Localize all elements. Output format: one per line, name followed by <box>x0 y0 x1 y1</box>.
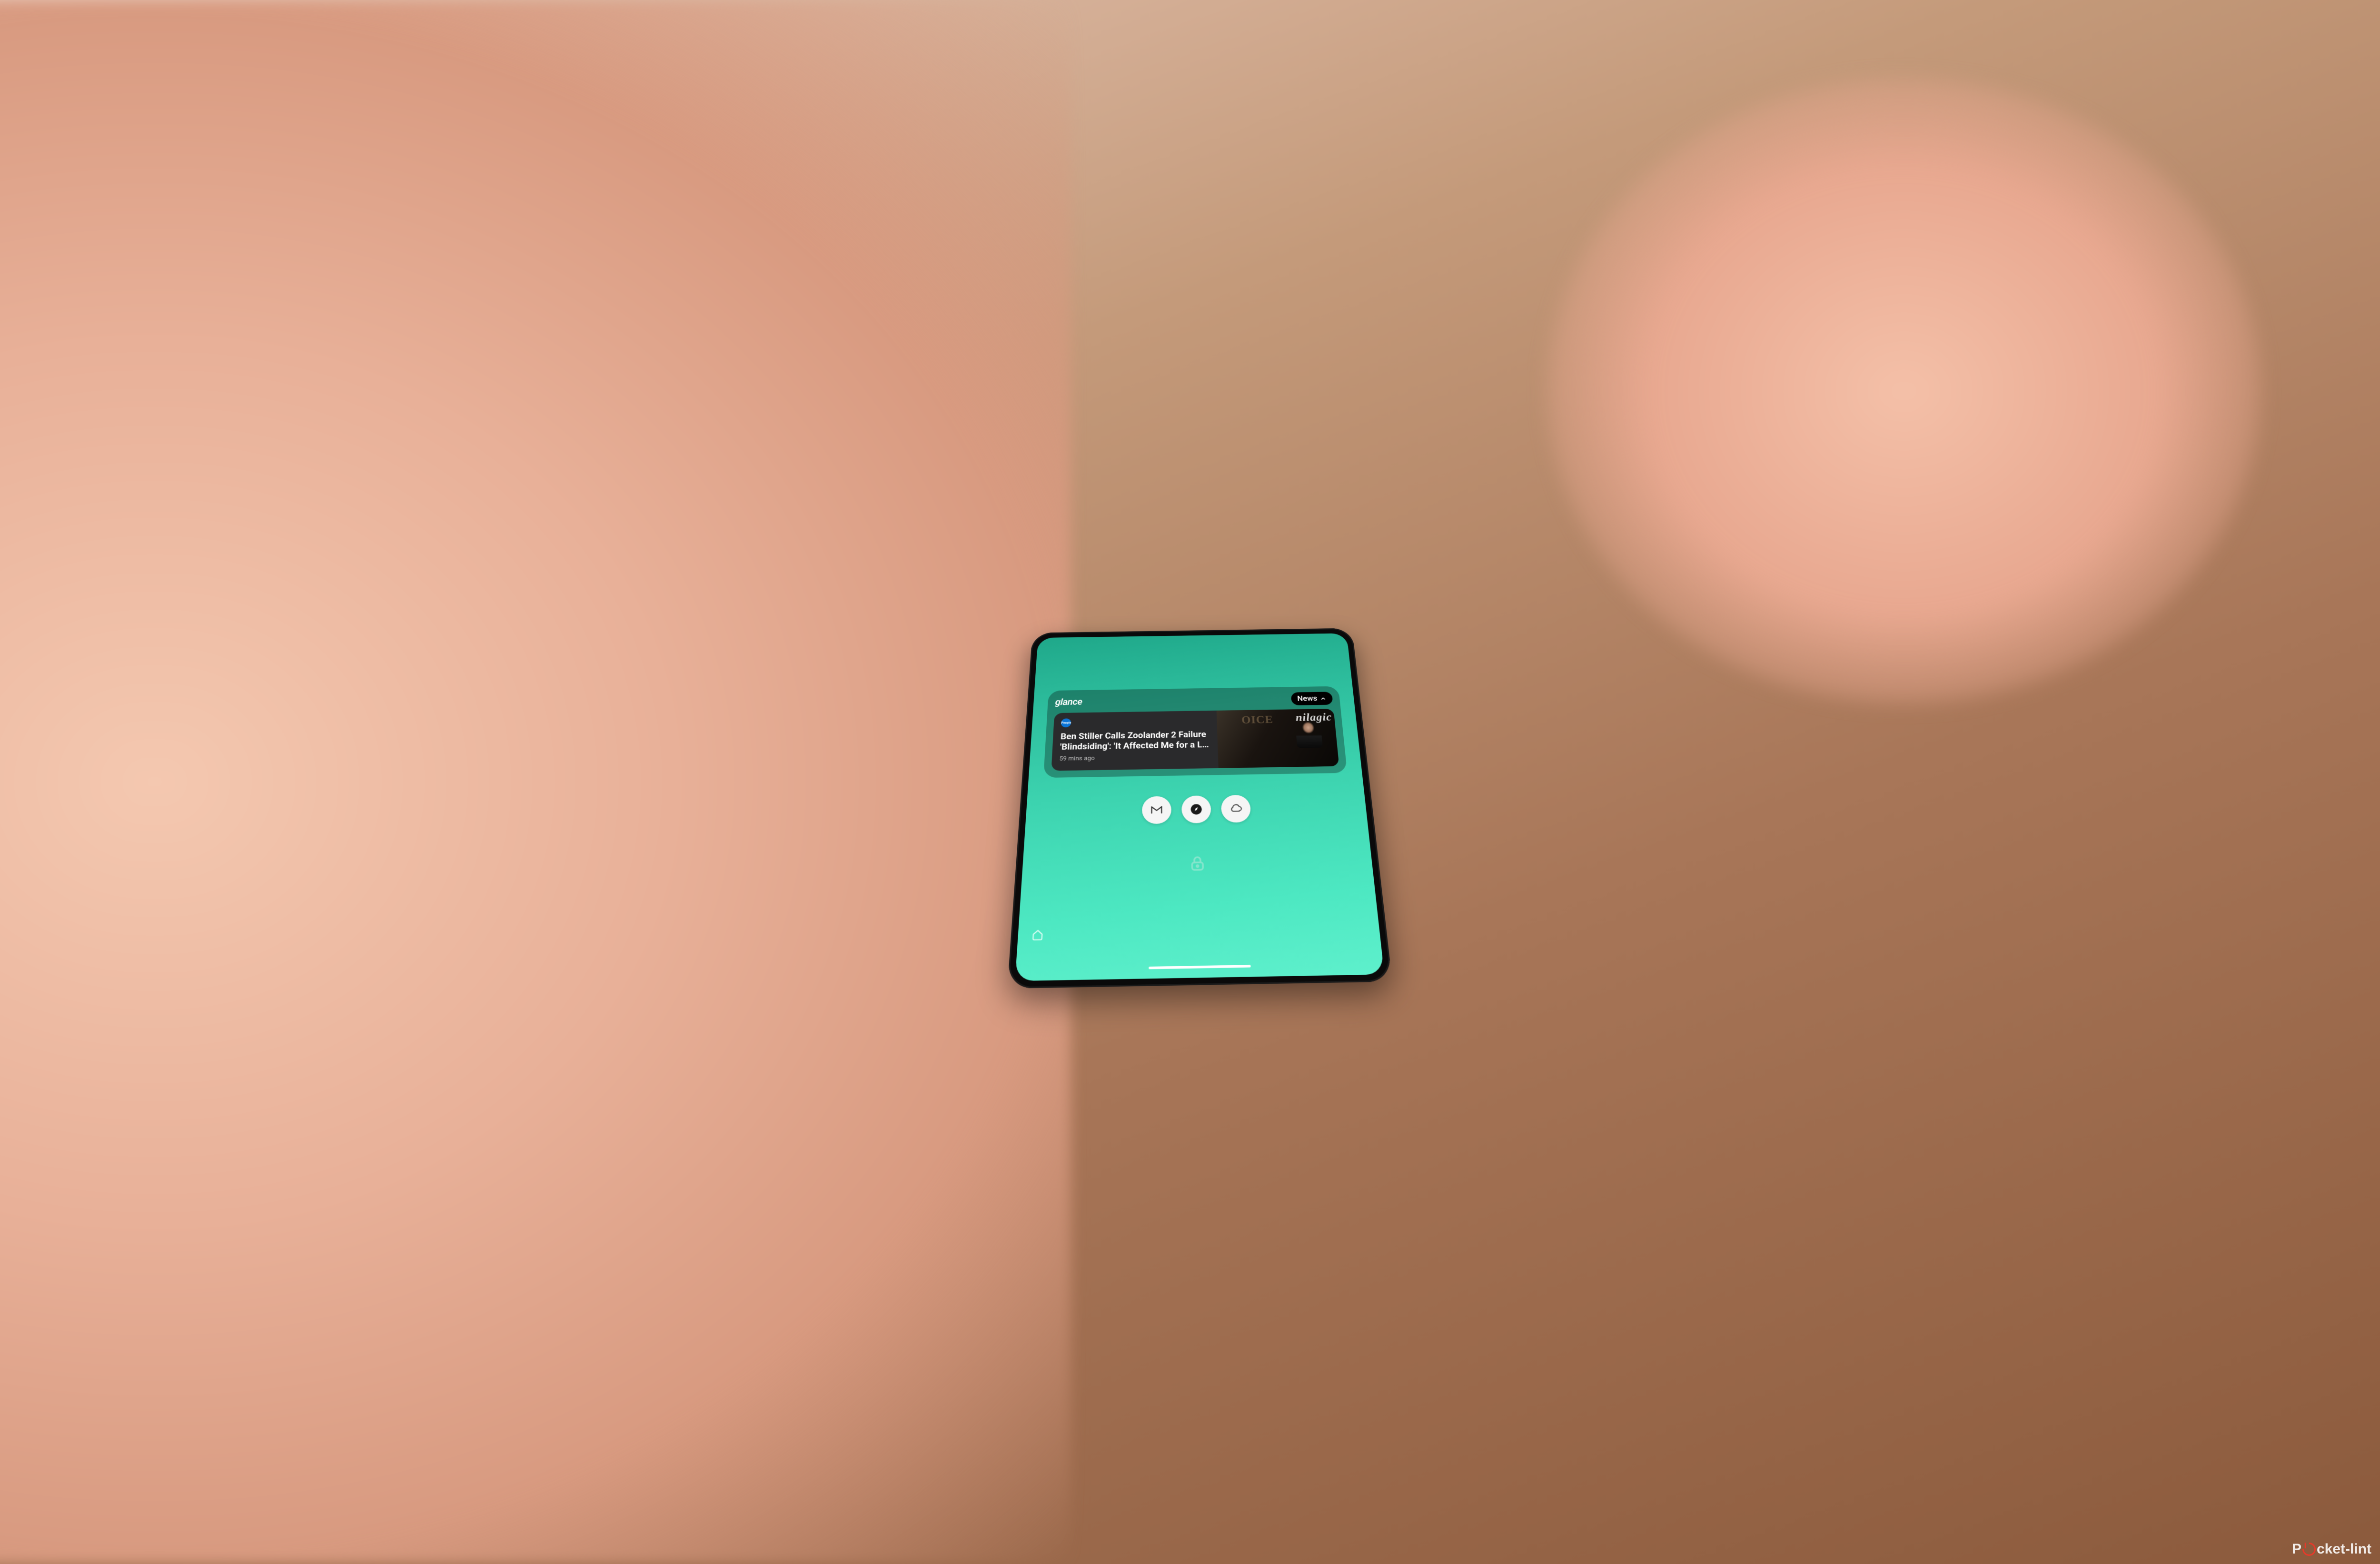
compass-icon <box>1190 803 1203 816</box>
watermark-prefix: P <box>2292 1541 2301 1557</box>
category-selector[interactable]: News <box>1290 692 1333 705</box>
publisher-badge: People <box>1061 718 1071 727</box>
shortcut-cloud[interactable] <box>1221 795 1251 823</box>
watermark: P cket-lint <box>2292 1541 2371 1557</box>
watermark-suffix: cket-lint <box>2317 1541 2371 1557</box>
lock-icon <box>1188 854 1207 872</box>
home-icon <box>1031 928 1044 941</box>
home-hint[interactable] <box>1031 928 1044 943</box>
lock-indicator[interactable] <box>1188 854 1207 874</box>
lock-screen[interactable]: glance News OICE nilagic People Ben Stil… <box>1015 633 1384 981</box>
news-timestamp: 59 mins ago <box>1059 752 1242 762</box>
gesture-bar[interactable] <box>1149 965 1251 969</box>
cloud-icon <box>1229 802 1243 815</box>
news-headline: Ben Stiller Calls Zoolander 2 Failure 'B… <box>1060 729 1242 752</box>
glance-logo: glance <box>1055 697 1082 708</box>
chevron-up-icon <box>1319 695 1326 701</box>
thumbnail-bg-text-2: nilagic <box>1295 711 1332 724</box>
background-finger <box>1547 78 2261 703</box>
news-card[interactable]: OICE nilagic People Ben Stiller Calls Zo… <box>1051 709 1339 771</box>
shortcut-row <box>1025 793 1367 826</box>
glance-widget[interactable]: glance News OICE nilagic People Ben Stil… <box>1043 686 1347 778</box>
shortcut-compass[interactable] <box>1181 795 1211 823</box>
gmail-icon <box>1150 803 1163 816</box>
phone-frame: glance News OICE nilagic People Ben Stil… <box>1019 596 1361 968</box>
power-icon <box>2300 1540 2319 1559</box>
background-hand <box>0 0 1071 1564</box>
shortcut-gmail[interactable] <box>1142 796 1171 824</box>
category-label: News <box>1297 694 1318 703</box>
